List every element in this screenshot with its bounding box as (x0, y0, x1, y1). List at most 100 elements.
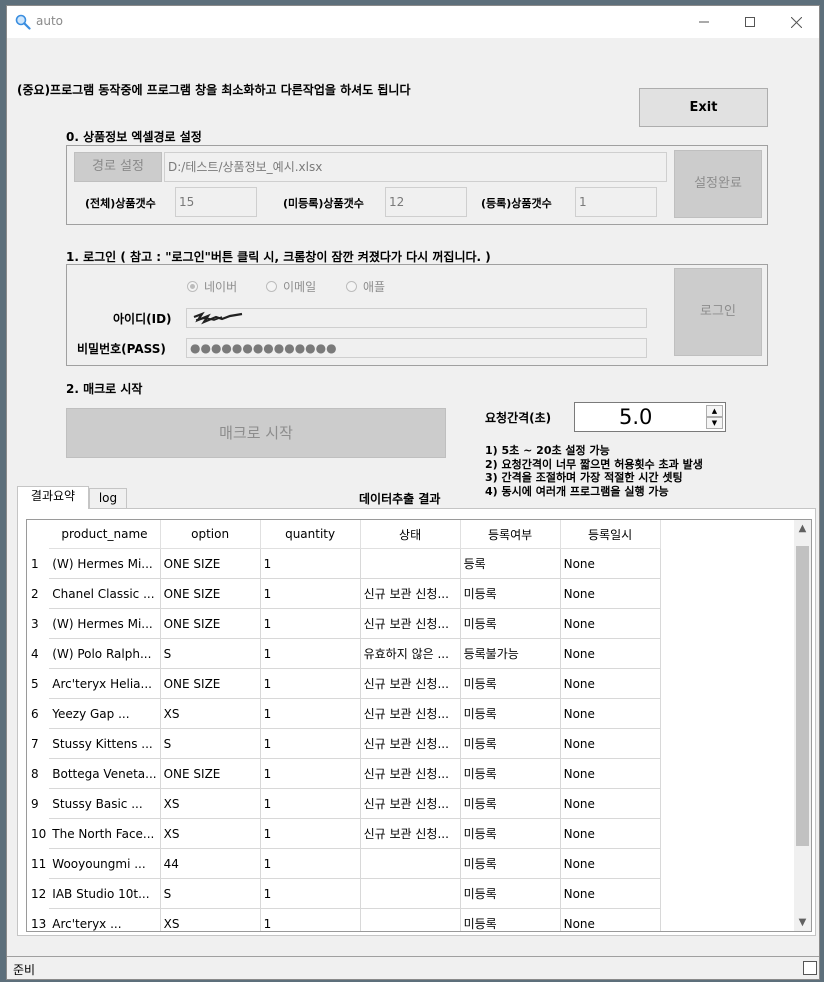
table-row[interactable]: 3 (W) Hermes Mi... ONE SIZE 1 신규 보관 신청... 미등록… (27, 608, 661, 639)
table-cell[interactable]: Bottega Veneta... (49, 758, 161, 789)
column-header[interactable]: 등록여부 (460, 520, 561, 549)
table-cell[interactable]: 신규 보관 신청... (360, 668, 461, 699)
table-row[interactable]: 5 Arc'teryx Helia... ONE SIZE 1 신규 보관 신청... 미… (27, 668, 661, 699)
table-cell[interactable]: 신규 보관 신청... (360, 698, 461, 729)
table-cell[interactable]: XS (160, 818, 261, 849)
table-cell[interactable]: None (560, 908, 661, 931)
table-cell[interactable]: (W) Hermes Mi... (49, 608, 161, 639)
table-cell[interactable]: (W) Hermes Mi... (49, 548, 161, 579)
table-row[interactable]: 13 Arc'teryx ... XS 1 미등록 None (27, 908, 661, 931)
table-cell[interactable]: 신규 보관 신청... (360, 608, 461, 639)
table-cell[interactable]: 신규 보관 신청... (360, 818, 461, 849)
table-cell[interactable]: None (560, 578, 661, 609)
table-cell[interactable]: 미등록 (460, 818, 561, 849)
column-header[interactable]: product_name (49, 520, 161, 549)
table-cell[interactable] (360, 878, 461, 909)
id-input[interactable] (186, 308, 647, 328)
macro-start-button[interactable]: 매크로 시작 (66, 408, 446, 458)
table-cell[interactable]: XS (160, 908, 261, 931)
table-row[interactable]: 6 Yeezy Gap ... XS 1 신규 보관 신청... 미등록 None (27, 698, 661, 729)
table-cell[interactable]: 1 (260, 788, 361, 819)
result-table[interactable]: product_name option quantity 상태 등록여부 등록일… (26, 519, 812, 932)
table-cell[interactable]: Yeezy Gap ... (49, 698, 161, 729)
table-cell[interactable]: 신규 보관 신청... (360, 728, 461, 759)
table-cell[interactable]: 1 (260, 668, 361, 699)
interval-value[interactable]: 5.0 (619, 405, 652, 429)
table-cell[interactable]: 1 (260, 848, 361, 879)
exit-button[interactable]: Exit (639, 88, 768, 127)
table-row[interactable]: 9 Stussy Basic ... XS 1 신규 보관 신청... 미등록 None (27, 788, 661, 819)
table-cell[interactable]: None (560, 638, 661, 669)
table-cell[interactable]: 미등록 (460, 848, 561, 879)
table-cell[interactable]: IAB Studio 10t... (49, 878, 161, 909)
table-cell[interactable]: ONE SIZE (160, 548, 261, 579)
table-cell[interactable]: 미등록 (460, 668, 561, 699)
table-cell[interactable]: 1 (260, 698, 361, 729)
table-cell[interactable]: 등록 (460, 548, 561, 579)
table-cell[interactable]: XS (160, 788, 261, 819)
tab-log[interactable]: log (89, 488, 127, 508)
table-cell[interactable]: 미등록 (460, 788, 561, 819)
table-cell[interactable]: S (160, 638, 261, 669)
table-cell[interactable]: None (560, 848, 661, 879)
table-cell[interactable]: 등록불가능 (460, 638, 561, 669)
table-cell[interactable]: None (560, 788, 661, 819)
maximize-button[interactable] (727, 6, 773, 38)
column-header[interactable]: 상태 (360, 520, 461, 549)
table-cell[interactable] (360, 548, 461, 579)
close-button[interactable] (773, 6, 819, 38)
table-cell[interactable]: Arc'teryx ... (49, 908, 161, 931)
setting-complete-button[interactable]: 설정완료 (674, 150, 762, 218)
table-cell[interactable]: ONE SIZE (160, 758, 261, 789)
scrollbar-thumb[interactable] (796, 546, 809, 846)
spin-down-button[interactable]: ▼ (706, 417, 723, 429)
vertical-scrollbar[interactable]: ▲ ▼ (794, 520, 811, 931)
table-cell[interactable]: 미등록 (460, 908, 561, 931)
table-cell[interactable]: 신규 보관 신청... (360, 788, 461, 819)
radio-naver[interactable]: 네이버 (187, 278, 237, 295)
table-cell[interactable]: 1 (260, 908, 361, 931)
table-cell[interactable]: Chanel Classic ... (49, 578, 161, 609)
table-cell[interactable]: 1 (260, 638, 361, 669)
table-row[interactable]: 7 Stussy Kittens ... S 1 신규 보관 신청... 미등록 None (27, 728, 661, 759)
table-cell[interactable] (360, 848, 461, 879)
minimize-button[interactable] (681, 6, 727, 38)
table-cell[interactable]: None (560, 818, 661, 849)
spin-up-button[interactable]: ▲ (706, 405, 723, 417)
table-cell[interactable]: 1 (260, 608, 361, 639)
table-cell[interactable]: Stussy Basic ... (49, 788, 161, 819)
table-cell[interactable]: None (560, 668, 661, 699)
table-cell[interactable]: 미등록 (460, 878, 561, 909)
table-cell[interactable]: 1 (260, 758, 361, 789)
path-setting-button[interactable]: 경로 설정 (74, 152, 162, 182)
table-row[interactable]: 8 Bottega Veneta... ONE SIZE 1 신규 보관 신청... 미등… (27, 758, 661, 789)
table-cell[interactable]: ONE SIZE (160, 578, 261, 609)
login-button[interactable]: 로그인 (674, 268, 762, 356)
table-cell[interactable]: 1 (260, 548, 361, 579)
interval-spinbox[interactable]: 5.0 ▲ ▼ (574, 402, 726, 432)
table-cell[interactable]: 미등록 (460, 608, 561, 639)
table-cell[interactable]: 신규 보관 신청... (360, 758, 461, 789)
table-cell[interactable]: XS (160, 698, 261, 729)
table-cell[interactable]: None (560, 758, 661, 789)
table-cell[interactable]: 신규 보관 신청... (360, 578, 461, 609)
radio-apple[interactable]: 애플 (346, 278, 385, 295)
table-cell[interactable]: 1 (260, 578, 361, 609)
tab-result-summary[interactable]: 결과요약 (17, 486, 89, 509)
table-row[interactable]: 10 The North Face... XS 1 신규 보관 신청... 미등록 None (27, 818, 661, 849)
table-cell[interactable]: None (560, 728, 661, 759)
table-row[interactable]: 1 (W) Hermes Mi... ONE SIZE 1 등록 None (27, 548, 661, 579)
table-cell[interactable] (360, 908, 461, 931)
table-cell[interactable]: S (160, 878, 261, 909)
table-cell[interactable]: None (560, 698, 661, 729)
size-grip[interactable] (803, 961, 817, 975)
table-cell[interactable]: Wooyoungmi ... (49, 848, 161, 879)
scroll-up-button[interactable]: ▲ (794, 520, 811, 537)
table-cell[interactable]: None (560, 548, 661, 579)
table-cell[interactable]: 1 (260, 878, 361, 909)
password-input[interactable]: ●●●●●●●●●●●●●● (186, 338, 647, 358)
excel-path-field[interactable]: D:/테스트/상품정보_예시.xlsx (164, 152, 667, 182)
table-row[interactable]: 2 Chanel Classic ... ONE SIZE 1 신규 보관 신청... 미… (27, 578, 661, 609)
table-cell[interactable]: 미등록 (460, 578, 561, 609)
table-cell[interactable]: Arc'teryx Helia... (49, 668, 161, 699)
